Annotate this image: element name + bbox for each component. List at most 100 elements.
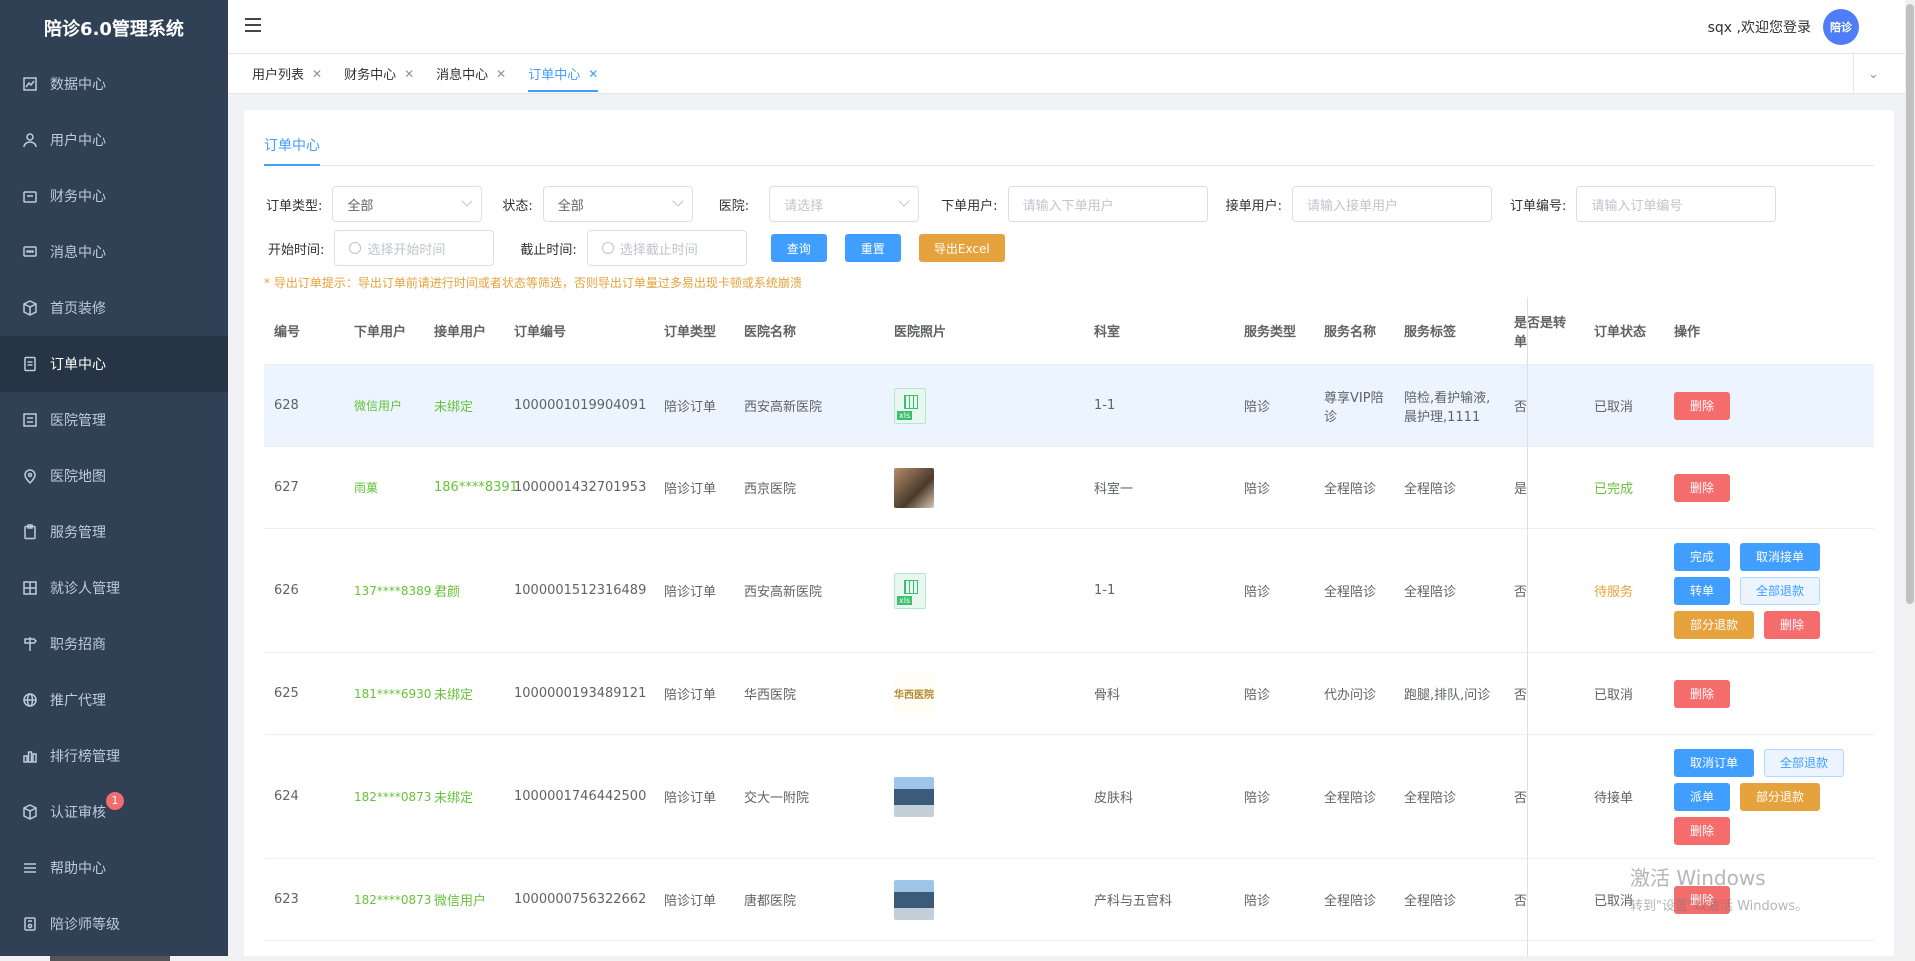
cell-accept-user: 君颜 <box>434 585 461 600</box>
sidebar-item-label: 推广代理 <box>50 693 106 709</box>
cell-photo <box>884 387 1084 424</box>
sidebar-item[interactable]: 职务招商 <box>0 616 228 672</box>
sidebar-item-label: 医院地图 <box>50 469 106 485</box>
cell-dept: 科室一 <box>1094 482 1134 497</box>
order-type-select[interactable]: 全部 <box>332 186 483 222</box>
xls-file-icon[interactable] <box>894 572 926 609</box>
tab-message[interactable]: 消息中心 ✕ <box>428 54 520 94</box>
sidebar-item-label: 用户中心 <box>50 133 106 149</box>
tab-order[interactable]: 订单中心 ✕ <box>520 54 612 94</box>
cell-accept-user: 未绑定 <box>434 791 474 806</box>
xls-file-icon[interactable] <box>894 387 926 424</box>
table-row: 624 182****0873 未绑定 1000001746442500 陪诊订单 交大一… <box>264 735 1874 859</box>
sidebar-item[interactable]: 就诊人管理 <box>0 560 228 616</box>
sidebar-item[interactable]: 用户中心 <box>0 112 228 168</box>
sidebar-item[interactable]: 订单中心 <box>0 336 228 392</box>
cell-order-no: 1000001512316489 <box>514 583 647 598</box>
close-icon[interactable]: ✕ <box>312 67 322 81</box>
sidebar-item[interactable]: 排行榜管理 <box>0 728 228 784</box>
sidebar-item[interactable]: 医院地图 <box>0 448 228 504</box>
cube-icon <box>22 804 38 820</box>
partial-refund-button[interactable]: 部分退款 <box>1740 782 1820 811</box>
query-button[interactable]: 查询 <box>770 234 827 262</box>
cell-order-type: 陪诊订单 <box>664 894 717 909</box>
cell-order-user: 雨菓 <box>354 481 379 495</box>
partial-refund-button[interactable]: 部分退款 <box>1674 610 1754 639</box>
app-title: 陪诊6.0管理系统 <box>44 19 184 40</box>
cell-order-user: 182****0873 <box>354 789 432 804</box>
close-icon[interactable]: ✕ <box>588 67 598 81</box>
cell-no: 624 <box>274 789 299 804</box>
watermark-line2: 转到"设置"以激活 Windows。 <box>1630 899 1809 914</box>
hospital-label: 医院: <box>718 198 750 214</box>
delete-button[interactable]: 删除 <box>1674 391 1730 420</box>
full-refund-button[interactable]: 全部退款 <box>1740 576 1820 605</box>
accept-user-input[interactable]: 请输入接单用户 <box>1291 186 1492 222</box>
end-time-picker[interactable]: 选择截止时间 <box>586 230 747 266</box>
cell-no: 623 <box>274 892 299 907</box>
scrollbar-thumb[interactable] <box>50 956 170 961</box>
sidebar-item[interactable]: 推广代理 <box>0 672 228 728</box>
sidebar-item[interactable]: 首页装修 <box>0 280 228 336</box>
complete-button[interactable]: 完成 <box>1674 542 1730 571</box>
sidebar-item[interactable]: 数据中心 <box>0 56 228 112</box>
full-refund-button[interactable]: 全部退款 <box>1764 748 1844 777</box>
sidebar-item[interactable]: 服务管理 <box>0 504 228 560</box>
cell-order-user: 137****8389 <box>354 583 432 598</box>
sidebar-item[interactable]: 财务中心 <box>0 168 228 224</box>
order-no-input[interactable]: 请输入订单编号 <box>1576 186 1777 222</box>
inner-tab-order-center[interactable]: 订单中心 <box>264 135 320 166</box>
hospital-photo[interactable] <box>894 879 934 920</box>
watermark-line1: 激活 Windows <box>1630 866 1766 890</box>
scrollbar-thumb[interactable] <box>1906 4 1914 604</box>
hospital-photo[interactable] <box>894 776 934 817</box>
delete-button[interactable]: 删除 <box>1764 610 1820 639</box>
close-icon[interactable]: ✕ <box>496 67 506 81</box>
start-time-picker[interactable]: 选择开始时间 <box>334 230 495 266</box>
cell-status: 已完成 <box>1594 482 1634 497</box>
level-icon <box>22 916 38 932</box>
status-label: 状态: <box>502 198 533 214</box>
cell-transfer: 否 <box>1514 894 1528 909</box>
input-placeholder: 请输入订单编号 <box>1591 198 1683 214</box>
cell-photo <box>884 572 1084 609</box>
sidebar-item[interactable]: 陪诊师等级 <box>0 896 228 952</box>
hospital-photo[interactable] <box>894 467 934 508</box>
export-tip: * 导出订单提示：导出订单前请进行时间或者状态等筛选，否则导出订单量过多易出现卡… <box>264 276 802 290</box>
tab-label: 消息中心 <box>436 68 489 83</box>
order-user-input[interactable]: 请输入下单用户 <box>1007 186 1208 222</box>
hospital-select[interactable]: 请选择 <box>769 186 920 222</box>
cell-order-user: 182****0873 <box>354 892 432 907</box>
sidebar-item-label: 帮助中心 <box>50 861 106 877</box>
cell-hospital: 西京医院 <box>744 482 797 497</box>
sidebar-item[interactable]: 帮助中心 <box>0 840 228 896</box>
delete-button[interactable]: 删除 <box>1674 679 1730 708</box>
sidebar-item-label: 订单中心 <box>50 357 106 373</box>
cancel-order-button[interactable]: 取消订单 <box>1674 748 1754 777</box>
tab-user-list[interactable]: 用户列表 ✕ <box>244 54 336 94</box>
cell-service-type: 陪诊 <box>1244 894 1271 909</box>
sidebar-item[interactable]: 认证审核 1 <box>0 784 228 840</box>
sidebar-item[interactable]: 医院管理 <box>0 392 228 448</box>
vertical-scrollbar[interactable] <box>1905 0 1915 961</box>
tab-finance[interactable]: 财务中心 ✕ <box>336 54 428 94</box>
transfer-button[interactable]: 转单 <box>1674 576 1730 605</box>
close-icon[interactable]: ✕ <box>404 67 414 81</box>
chevron-down-icon[interactable]: ⌄ <box>1853 54 1893 94</box>
horizontal-scrollbar[interactable] <box>0 956 1905 961</box>
cancel-accept-button[interactable]: 取消接单 <box>1740 542 1820 571</box>
delete-button[interactable]: 删除 <box>1674 816 1730 845</box>
dispatch-button[interactable]: 派单 <box>1674 782 1730 811</box>
reset-button[interactable]: 重置 <box>844 234 901 262</box>
notification-badge: 1 <box>106 792 124 810</box>
sidebar-item-label: 服务管理 <box>50 525 106 541</box>
sidebar-item[interactable]: 消息中心 <box>0 224 228 280</box>
delete-button[interactable]: 删除 <box>1674 473 1730 502</box>
status-select[interactable]: 全部 <box>542 186 693 222</box>
export-excel-button[interactable]: 导出Excel <box>918 234 1005 262</box>
bar-chart-icon <box>22 748 38 764</box>
avatar[interactable]: 陪诊 <box>1823 8 1859 45</box>
hospital-logo[interactable]: 华西医院 <box>894 673 934 714</box>
cell-service-type: 陪诊 <box>1244 688 1271 703</box>
hamburger-icon[interactable] <box>244 16 262 38</box>
